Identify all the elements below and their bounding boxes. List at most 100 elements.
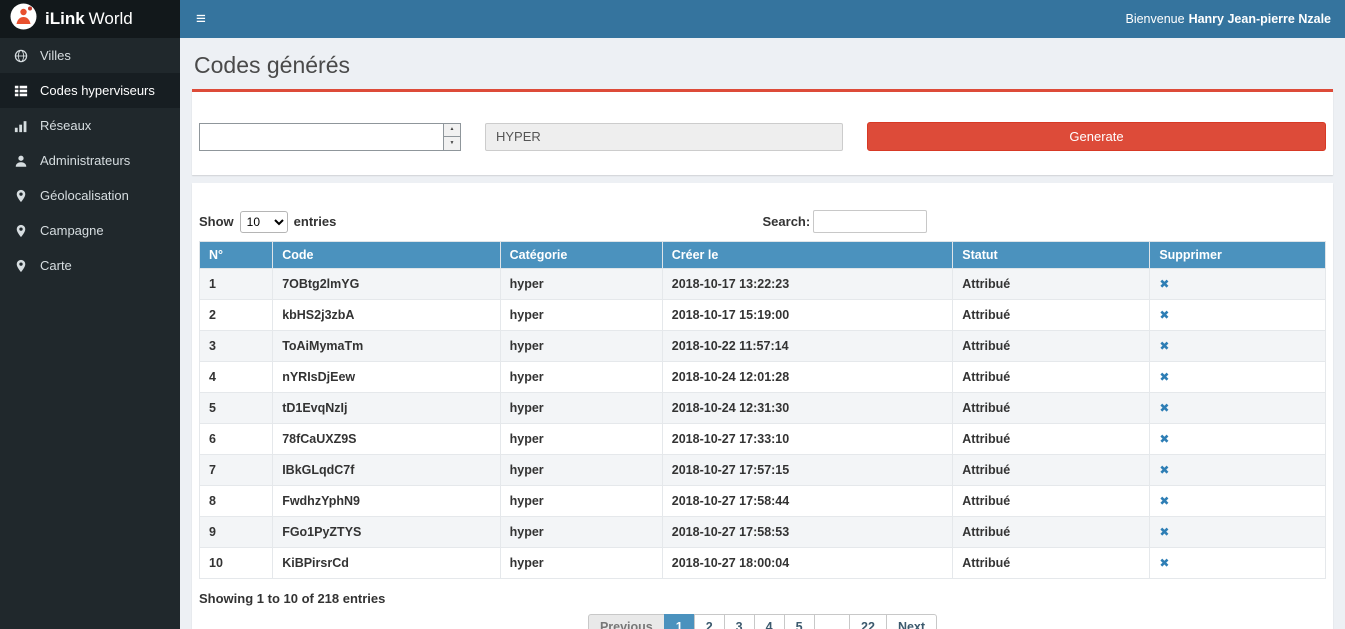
sidebar-toggle-button[interactable]: ≡	[180, 0, 222, 38]
delete-code-link[interactable]: ✖	[1159, 494, 1169, 508]
column-header-code[interactable]: Code	[273, 242, 500, 269]
cell-num: 7	[200, 455, 273, 486]
cell-code: KiBPirsrCd	[273, 548, 500, 579]
list-icon	[14, 84, 32, 98]
codes-table-panel: Show 10 entries Search: N° Code Catégori…	[192, 183, 1333, 629]
cell-created: 2018-10-27 17:33:10	[662, 424, 953, 455]
delete-code-link[interactable]: ✖	[1159, 556, 1169, 570]
delete-code-link[interactable]: ✖	[1159, 525, 1169, 539]
sidebar-item-label: Campagne	[40, 223, 104, 238]
delete-code-link[interactable]: ✖	[1159, 463, 1169, 477]
spin-down-button[interactable]: ▼	[444, 137, 460, 150]
cell-status: Attribué	[953, 300, 1150, 331]
cell-status: Attribué	[953, 362, 1150, 393]
sidebar-nav: Villes Codes hyperviseurs Réseaux Admini…	[0, 38, 180, 629]
spin-up-button[interactable]: ▲	[444, 124, 460, 138]
cell-created: 2018-10-27 17:58:44	[662, 486, 953, 517]
codes-table: N° Code Catégorie Créer le Statut Suppri…	[199, 241, 1326, 579]
cell-status: Attribué	[953, 269, 1150, 300]
table-row: 4 nYRIsDjEew hyper 2018-10-24 12:01:28 A…	[200, 362, 1326, 393]
hamburger-icon: ≡	[196, 9, 206, 29]
table-summary: Showing 1 to 10 of 218 entries	[199, 591, 1326, 606]
spinner-buttons: ▲ ▼	[443, 124, 460, 150]
delete-code-link[interactable]: ✖	[1159, 401, 1169, 415]
brand-logo-area[interactable]: iLinkWorld	[0, 0, 180, 38]
brand-name: iLinkWorld	[45, 9, 133, 29]
table-row: 2 kbHS2j3zbA hyper 2018-10-17 15:19:00 A…	[200, 300, 1326, 331]
column-header-statut[interactable]: Statut	[953, 242, 1150, 269]
table-row: 10 KiBPirsrCd hyper 2018-10-27 18:00:04 …	[200, 548, 1326, 579]
cell-category: hyper	[500, 548, 662, 579]
delete-icon: ✖	[1159, 556, 1169, 570]
table-row: 9 FGo1PyZTYS hyper 2018-10-27 17:58:53 A…	[200, 517, 1326, 548]
table-row: 3 ToAiMymaTm hyper 2018-10-22 11:57:14 A…	[200, 331, 1326, 362]
generate-button[interactable]: Generate	[867, 122, 1326, 151]
cell-status: Attribué	[953, 331, 1150, 362]
delete-code-link[interactable]: ✖	[1159, 277, 1169, 291]
delete-code-link[interactable]: ✖	[1159, 339, 1169, 353]
pagination-page-4[interactable]: 4	[754, 614, 785, 629]
delete-code-link[interactable]: ✖	[1159, 308, 1169, 322]
pagination-ellipsis: …	[814, 614, 851, 629]
search-control: Search:	[763, 210, 928, 233]
cell-code: 78fCaUXZ9S	[273, 424, 500, 455]
user-name: Hanry Jean-pierre Nzale	[1189, 12, 1331, 26]
page-length-select[interactable]: 10	[240, 211, 288, 233]
pagination-next[interactable]: Next	[886, 614, 937, 629]
cell-category: hyper	[500, 362, 662, 393]
pagination-page-22[interactable]: 22	[849, 614, 887, 629]
table-row: 1 7OBtg2lmYG hyper 2018-10-17 13:22:23 A…	[200, 269, 1326, 300]
user-menu[interactable]: Bienvenue Hanry Jean-pierre Nzale	[1111, 0, 1345, 38]
search-input[interactable]	[813, 210, 927, 233]
sidebar-item-reseaux[interactable]: Réseaux	[0, 108, 180, 143]
show-label: Show	[199, 214, 234, 229]
sidebar-item-campagne[interactable]: Campagne	[0, 213, 180, 248]
delete-code-link[interactable]: ✖	[1159, 432, 1169, 446]
signal-bars-icon	[14, 119, 32, 133]
pagination-page-2[interactable]: 2	[694, 614, 725, 629]
sidebar-item-carte[interactable]: Carte	[0, 248, 180, 283]
sidebar-item-label: Villes	[40, 48, 71, 63]
sidebar-item-codes-hyperviseurs[interactable]: Codes hyperviseurs	[0, 73, 180, 108]
cell-code: FGo1PyZTYS	[273, 517, 500, 548]
delete-icon: ✖	[1159, 432, 1169, 446]
column-header-creer-le[interactable]: Créer le	[662, 242, 953, 269]
cell-category: hyper	[500, 455, 662, 486]
map-marker-icon	[14, 224, 32, 238]
column-header-categorie[interactable]: Catégorie	[500, 242, 662, 269]
map-marker-icon	[14, 259, 32, 273]
cell-num: 1	[200, 269, 273, 300]
quantity-input[interactable]	[200, 124, 443, 150]
column-header-num[interactable]: N°	[200, 242, 273, 269]
cell-category: hyper	[500, 331, 662, 362]
cell-category: hyper	[500, 517, 662, 548]
cell-status: Attribué	[953, 393, 1150, 424]
map-marker-icon	[14, 189, 32, 203]
delete-code-link[interactable]: ✖	[1159, 370, 1169, 384]
table-row: 5 tD1EvqNzIj hyper 2018-10-24 12:31:30 A…	[200, 393, 1326, 424]
pagination-page-3[interactable]: 3	[724, 614, 755, 629]
sidebar-item-geolocalisation[interactable]: Géolocalisation	[0, 178, 180, 213]
sidebar-item-administrateurs[interactable]: Administrateurs	[0, 143, 180, 178]
cell-status: Attribué	[953, 517, 1150, 548]
pagination-previous[interactable]: Previous	[588, 614, 665, 629]
cell-num: 6	[200, 424, 273, 455]
table-header-row: N° Code Catégorie Créer le Statut Suppri…	[200, 242, 1326, 269]
cell-created: 2018-10-24 12:31:30	[662, 393, 953, 424]
globe-icon	[14, 49, 32, 63]
column-header-supprimer[interactable]: Supprimer	[1150, 242, 1326, 269]
welcome-label: Bienvenue	[1125, 12, 1184, 26]
cell-code: 7OBtg2lmYG	[273, 269, 500, 300]
sidebar-item-label: Administrateurs	[40, 153, 130, 168]
cell-category: hyper	[500, 300, 662, 331]
pagination-page-5[interactable]: 5	[784, 614, 815, 629]
sidebar-item-label: Géolocalisation	[40, 188, 129, 203]
cell-status: Attribué	[953, 424, 1150, 455]
main-content: Codes générés ▲ ▼ Generate Show 10 entri…	[180, 0, 1345, 629]
delete-icon: ✖	[1159, 308, 1169, 322]
delete-icon: ✖	[1159, 401, 1169, 415]
sidebar-item-villes[interactable]: Villes	[0, 38, 180, 73]
pagination-page-1[interactable]: 1	[664, 614, 695, 629]
quantity-stepper: ▲ ▼	[199, 123, 461, 151]
sidebar-item-label: Réseaux	[40, 118, 91, 133]
